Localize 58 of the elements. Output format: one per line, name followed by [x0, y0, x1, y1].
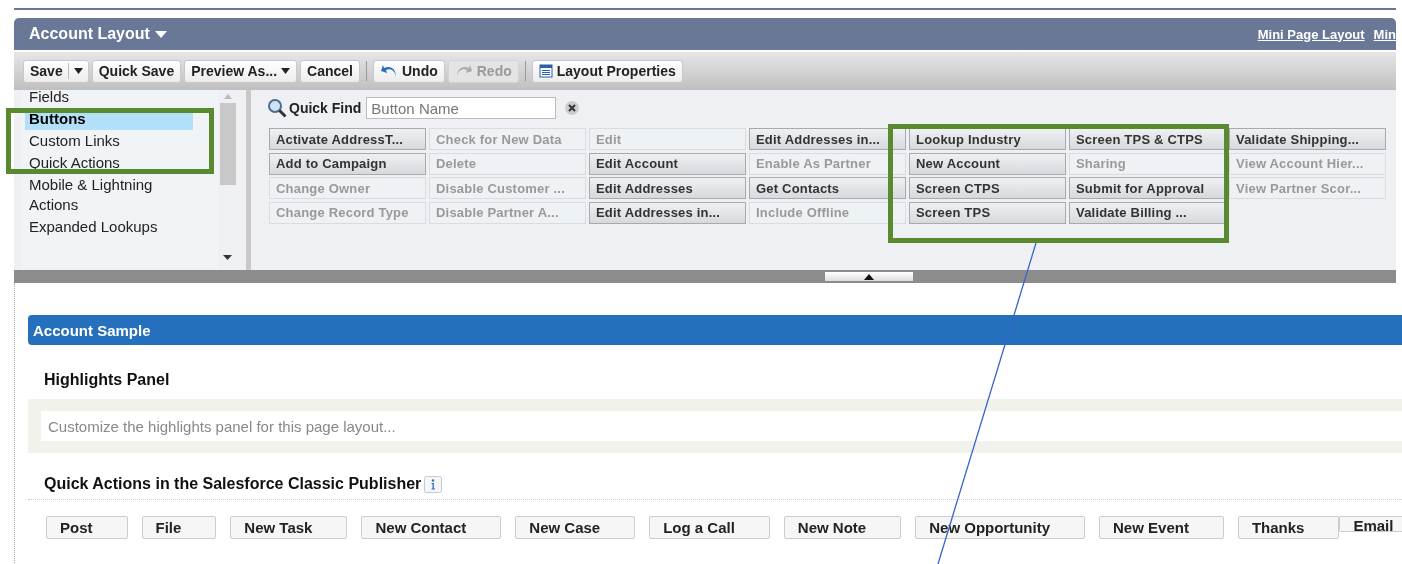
- palette-button[interactable]: Screen TPS & CTPS: [1069, 128, 1226, 150]
- save-split-button[interactable]: Save: [23, 59, 89, 83]
- toolbar-button[interactable]: Quick Save: [91, 59, 182, 83]
- search-icon: [267, 98, 287, 118]
- properties-icon: [538, 64, 553, 78]
- palette-button[interactable]: Lookup Industry: [909, 128, 1066, 150]
- palette-button[interactable]: Screen TPS: [909, 201, 1066, 224]
- quick-action-button[interactable]: New Note: [783, 516, 902, 539]
- palette-button[interactable]: Add to Campaign: [269, 152, 426, 175]
- category-item[interactable]: Fields: [25, 90, 193, 108]
- palette-button[interactable]: Edit Addresses: [589, 177, 746, 199]
- collapse-icon[interactable]: [864, 273, 874, 280]
- palette-button[interactable]: Edit Addresses in...: [749, 128, 906, 150]
- palette-button[interactable]: Validate Shipping...: [1229, 128, 1386, 150]
- toolbar-button[interactable]: Undo: [373, 59, 445, 83]
- scrollbar[interactable]: [218, 90, 237, 270]
- quick-action-button[interactable]: New Task: [230, 516, 348, 539]
- header-link[interactable]: Min: [1373, 26, 1396, 42]
- redo-arrow-icon: [454, 64, 473, 78]
- section-title: Account Sample: [33, 321, 151, 339]
- undo-arrow-icon: [380, 64, 398, 78]
- palette-button[interactable]: Edit Addresses in...: [589, 201, 746, 224]
- toolbar-button[interactable]: Layout Properties: [531, 59, 683, 83]
- caret-icon[interactable]: [73, 68, 83, 74]
- category-item[interactable]: Custom Links: [25, 130, 193, 152]
- quick-action-button[interactable]: New Contact: [361, 516, 502, 539]
- palette-button[interactable]: Validate Billing ...: [1069, 201, 1226, 224]
- palette-button[interactable]: Submit for Approval: [1069, 177, 1226, 199]
- clear-icon[interactable]: [564, 100, 581, 116]
- window-title[interactable]: Account Layout: [29, 25, 150, 43]
- quick-find-field[interactable]: Button Name: [366, 97, 557, 119]
- quick-action-button[interactable]: New Event: [1099, 516, 1224, 539]
- palette-button[interactable]: Screen CTPS: [909, 177, 1066, 199]
- quick-action-button[interactable]: Post: [46, 516, 128, 539]
- quick-action-button[interactable]: Thanks: [1237, 516, 1340, 539]
- quick-action-button[interactable]: Email: [1339, 516, 1402, 532]
- scroll-down-icon[interactable]: [223, 255, 232, 260]
- save-button[interactable]: Save: [24, 63, 69, 79]
- quick-find-label: Quick Find: [289, 100, 362, 116]
- info-icon[interactable]: [424, 475, 443, 493]
- palette-button[interactable]: Edit Account: [589, 152, 746, 175]
- highlights-placeholder[interactable]: Customize the highlights panel for this page layout...: [41, 411, 1402, 441]
- publisher-title: Quick Actions in the Salesforce Classic Publisher: [44, 475, 422, 493]
- palette-button[interactable]: Activate AddressT...: [269, 128, 426, 150]
- category-item[interactable]: Expanded Lookups: [25, 216, 193, 238]
- quick-action-button[interactable]: Log a Call: [649, 516, 770, 539]
- quick-action-button[interactable]: New Case: [515, 516, 636, 539]
- category-item[interactable]: Quick Actions: [25, 152, 193, 174]
- header-link[interactable]: Mini Page Layout: [1257, 26, 1365, 42]
- highlights-title: Highlights Panel: [44, 371, 171, 390]
- palette-button[interactable]: Get Contacts: [749, 177, 906, 199]
- palette-button[interactable]: New Account: [909, 152, 1066, 175]
- quick-action-button[interactable]: File: [141, 516, 217, 539]
- category-item[interactable]: Mobile & Lightning Actions: [25, 174, 193, 216]
- caret-icon: [281, 68, 291, 74]
- collapse-handle[interactable]: [825, 272, 913, 281]
- toolbar-button[interactable]: Preview As...: [184, 59, 298, 83]
- toolbar-button[interactable]: Cancel: [300, 59, 360, 83]
